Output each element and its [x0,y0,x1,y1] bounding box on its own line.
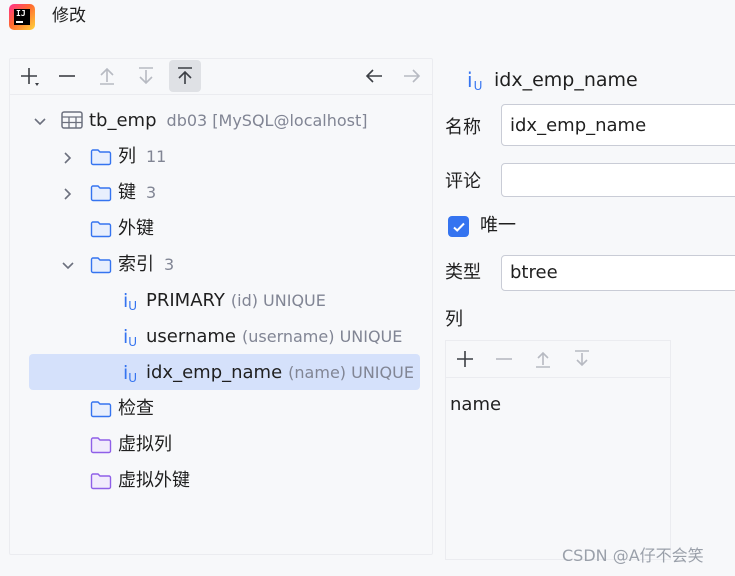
keys-count: 3 [146,183,157,202]
index-item-username[interactable]: username (username) UNIQUE [146,326,402,348]
arrow-up-icon [536,351,550,368]
name-label: 名称 [445,117,481,138]
move-up-button[interactable] [91,60,123,92]
table-icon [61,111,83,133]
index-name: idx_emp_name [146,362,283,383]
plus-icon [21,68,39,86]
comment-label: 评论 [445,171,481,192]
arrow-up-icon [100,67,114,85]
index-icon: iU [467,68,483,93]
back-button[interactable] [358,60,390,92]
arrow-left-icon [365,69,382,83]
tree-toolbar [9,58,433,95]
table-name: tb_emp [89,110,157,131]
minus-icon [59,75,75,77]
folder-icon [90,184,112,206]
editor-title: idx_emp_name [494,69,638,91]
arrow-right-icon [404,69,421,83]
tree-item-table[interactable]: tb_emp db03 [MySQL@localhost] [89,110,368,132]
index-name: username [146,326,236,347]
arrow-down-icon [575,350,589,367]
virtual-folder-icon [90,472,112,494]
tree-item-keys[interactable]: 键3 [118,182,156,204]
tree-item-virtual-columns[interactable]: 虚拟列 [118,434,172,456]
index-detail: (name) UNIQUE [288,363,414,382]
index-item-idx-emp-name[interactable]: idx_emp_name (name) UNIQUE [146,362,414,384]
index-icon: iU [123,326,138,349]
remove-button[interactable] [51,60,83,92]
type-select[interactable]: btree [501,255,735,291]
index-icon: iU [123,362,138,385]
plus-icon [457,351,473,367]
folder-icon [90,220,112,242]
folder-icon [90,256,112,278]
unique-checkbox[interactable] [448,216,469,237]
checkmark-icon [452,222,465,232]
folder-icon [90,148,112,170]
chevron-right-icon[interactable] [61,150,75,169]
forward-button[interactable] [396,60,428,92]
watermark: CSDN @A仔不会笑 [562,546,704,565]
minus-icon [496,358,512,360]
indexes-label: 索引 [118,254,154,275]
folder-icon [90,400,112,422]
tree-item-foreign-keys[interactable]: 外键 [118,218,154,240]
tree-item-virtual-foreign-keys[interactable]: 虚拟外键 [118,470,190,492]
index-icon: iU [123,290,138,313]
type-label: 类型 [445,262,481,283]
unique-label: 唯一 [480,215,516,236]
indexes-count: 3 [164,255,175,274]
index-detail: (username) UNIQUE [242,327,403,346]
move-down-button[interactable] [130,60,162,92]
keys-label: 键 [118,182,136,203]
table-hint: db03 [MySQL@localhost] [166,111,368,130]
chevron-down-icon[interactable] [61,258,75,277]
move-column-up-button[interactable] [527,343,559,375]
remove-column-button[interactable] [488,343,520,375]
virtual-folder-icon [90,436,112,458]
tree-item-columns[interactable]: 列 11 [118,146,166,168]
columns-count: 11 [146,147,167,166]
name-input[interactable] [501,104,735,146]
columns-section-label: 列 [445,309,463,330]
add-column-button[interactable] [449,343,481,375]
comment-input[interactable] [501,163,735,197]
arrow-to-top-icon [178,67,192,84]
column-item[interactable]: name [450,393,501,417]
index-item-primary[interactable]: PRIMARY (id) UNIQUE [146,290,326,312]
chevron-down-icon[interactable] [33,114,47,133]
tree-item-checks[interactable]: 检查 [118,398,154,420]
move-top-button[interactable] [169,60,201,92]
tree-item-indexes[interactable]: 索引 3 [118,254,174,276]
arrow-down-icon [139,67,153,85]
move-column-down-button[interactable] [566,343,598,375]
columns-toolbar [445,340,671,378]
add-button[interactable] [13,60,45,92]
index-name: PRIMARY [146,290,225,311]
chevron-right-icon[interactable] [61,186,75,205]
window-title: 修改 [52,6,86,26]
index-detail: (id) UNIQUE [230,291,326,310]
app-logo-icon: IJ [9,4,35,30]
columns-label: 列 [118,146,136,167]
